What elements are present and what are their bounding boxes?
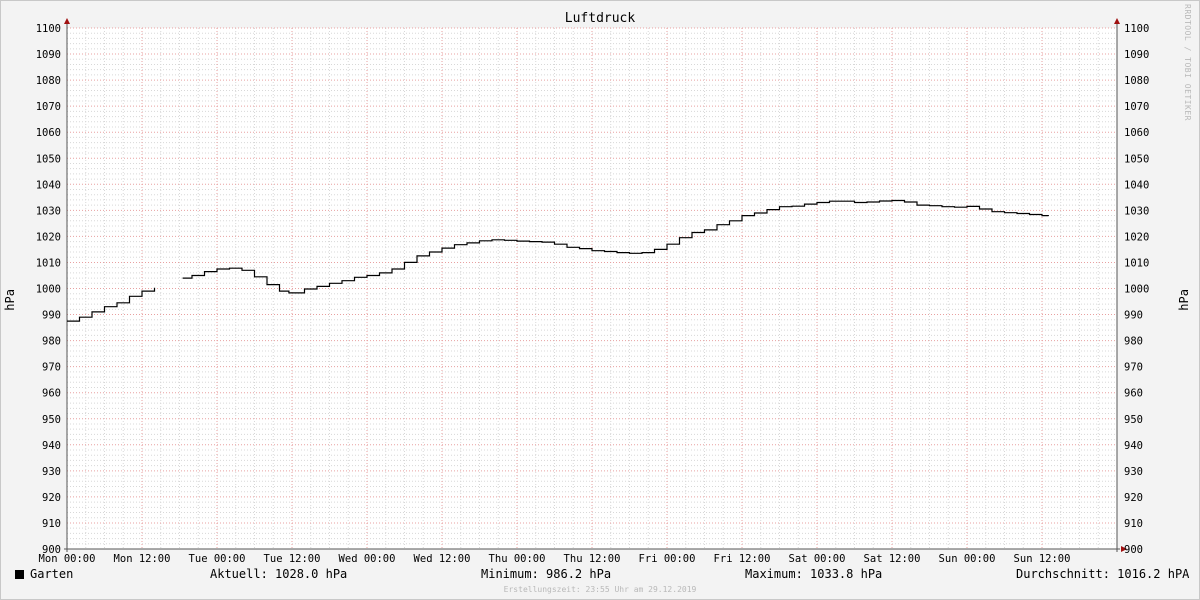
x-tick-label: Thu 12:00 [564,553,621,565]
y-tick-label-left: 940 [42,440,61,452]
y-tick-label-right: 1090 [1124,49,1149,61]
creation-time: Erstellungszeit: 23:55 Uhr am 29.12.2019 [503,585,697,594]
x-tick-label: Mon 00:00 [39,553,96,565]
y-tick-label-right: 1030 [1124,205,1149,217]
x-tick-label: Sun 00:00 [939,553,996,565]
y-axis-arrow-right [1114,18,1120,24]
x-tick-label: Sun 12:00 [1014,553,1071,565]
y-tick-label-right: 920 [1124,492,1143,504]
y-tick-label-left: 1040 [36,179,61,191]
y-tick-label-left: 980 [42,336,61,348]
y-tick-label-left: 1000 [36,284,61,296]
pressure-chart: 900 900910 910920 920930 930940 940950 950960 9… [36,18,1149,565]
x-tick-label: Fri 00:00 [639,553,696,565]
x-tick-label: Wed 12:00 [414,553,471,565]
y-tick-label-right: 1060 [1124,127,1149,139]
x-tick-label: Sat 00:00 [789,553,846,565]
x-tick-label: Sat 12:00 [864,553,921,565]
y-tick-label-left: 930 [42,466,61,478]
legend-average: Durchschnitt: 1016.2 hPA [1016,567,1190,581]
x-tick-label: Thu 00:00 [489,553,546,565]
x-tick-label: Tue 00:00 [189,553,246,565]
y-tick-label-left: 1090 [36,49,61,61]
y-tick-label-right: 910 [1124,518,1143,530]
y-tick-label-right: 950 [1124,414,1143,426]
y-tick-label-right: 960 [1124,388,1143,400]
y-tick-label-right: 970 [1124,362,1143,374]
y-tick-label-right: 1050 [1124,153,1149,165]
y-tick-label-right: 1010 [1124,257,1149,269]
y-tick-label-left: 1030 [36,205,61,217]
y-tick-label-left: 950 [42,414,61,426]
legend-current: Aktuell: 1028.0 hPa [210,567,348,581]
y-tick-label-left: 1070 [36,101,61,113]
y-tick-label-left: 1080 [36,75,61,87]
y-tick-label-right: 1020 [1124,231,1149,243]
y-tick-label-right: 900 [1124,544,1143,556]
y-axis-arrow-left [64,18,70,24]
x-tick-label: Mon 12:00 [114,553,171,565]
y-tick-label-left: 910 [42,518,61,530]
legend-swatch-garten [15,570,24,579]
y-tick-label-right: 1080 [1124,75,1149,87]
y-tick-label-left: 960 [42,388,61,400]
y-tick-label-right: 1070 [1124,101,1149,113]
y-tick-label-left: 1100 [36,23,61,35]
y-tick-label-left: 970 [42,362,61,374]
x-tick-label: Wed 00:00 [339,553,396,565]
legend-minimum: Minimum: 986.2 hPa [481,567,612,581]
y-tick-label-left: 990 [42,310,61,322]
y-tick-label-left: 1050 [36,153,61,165]
y-tick-label-right: 1000 [1124,284,1149,296]
y-tick-label-right: 1040 [1124,179,1149,191]
y-tick-label-right: 940 [1124,440,1143,452]
y-tick-label-right: 980 [1124,336,1143,348]
y-tick-label-left: 1010 [36,257,61,269]
y-tick-label-left: 920 [42,492,61,504]
y-tick-label-right: 930 [1124,466,1143,478]
y-tick-label-left: 1060 [36,127,61,139]
y-tick-label-right: 990 [1124,310,1143,322]
legend-maximum: Maximum: 1033.8 hPa [745,567,883,581]
x-tick-label: Tue 12:00 [264,553,321,565]
y-tick-label-left: 1020 [36,231,61,243]
x-tick-label: Fri 12:00 [714,553,771,565]
y-tick-label-right: 1100 [1124,23,1149,35]
legend-series-label: Garten [30,567,74,581]
